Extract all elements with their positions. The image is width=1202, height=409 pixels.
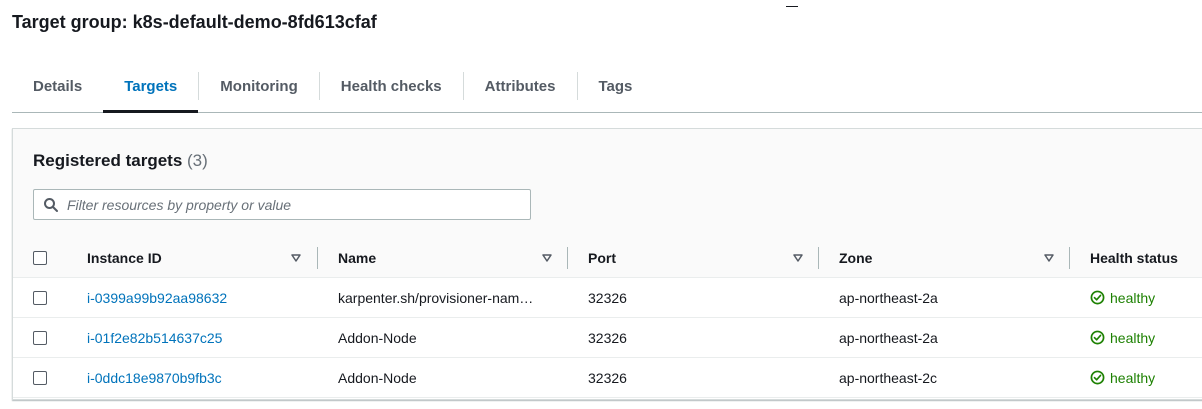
panel-title-text: Registered targets (33, 151, 183, 170)
column-divider[interactable] (818, 247, 819, 269)
tab-monitoring[interactable]: Monitoring (199, 60, 318, 112)
caret-down-icon (542, 254, 552, 262)
caret-down-icon (291, 254, 301, 262)
target-zone: ap-northeast-2a (839, 329, 938, 346)
column-header-instance-id[interactable]: Instance ID (87, 239, 162, 277)
target-name: Addon-Node (338, 369, 417, 386)
filter-placeholder: Filter resources by property or value (67, 196, 292, 213)
health-status: healthy (1090, 278, 1155, 317)
health-status: healthy (1090, 318, 1155, 357)
select-all-checkbox[interactable] (33, 251, 47, 265)
column-header-name[interactable]: Name (338, 239, 376, 277)
instance-id-link[interactable]: i-01f2e82b514637c25 (87, 318, 222, 357)
table-row: i-01f2e82b514637c25 Addon-Node 32326 ap-… (13, 318, 1202, 358)
table-row: i-0ddc18e9870b9fb3c Addon-Node 32326 ap-… (13, 358, 1202, 398)
row-select-cell (33, 278, 47, 317)
target-port: 32326 (588, 369, 627, 386)
target-zone: ap-northeast-2a (839, 289, 938, 306)
instance-id-link[interactable]: i-0ddc18e9870b9fb3c (87, 358, 222, 397)
column-divider[interactable] (317, 247, 318, 269)
caret-down-icon (1044, 254, 1054, 262)
column-header-health-status[interactable]: Health status (1090, 239, 1178, 277)
health-status-label: healthy (1110, 329, 1156, 346)
table-header: Instance ID Name Port Zone Health status (13, 239, 1202, 278)
search-icon (44, 197, 58, 212)
column-header-port[interactable]: Port (588, 239, 616, 277)
row-checkbox[interactable] (33, 290, 47, 305)
filter-input[interactable]: Filter resources by property or value (33, 189, 531, 220)
target-count: (3) (187, 151, 208, 170)
row-select-cell (33, 358, 47, 397)
tab-details[interactable]: Details (12, 60, 103, 112)
table-row: i-0399a99b92aa98632 karpenter.sh/provisi… (13, 278, 1202, 318)
column-divider[interactable] (567, 247, 568, 269)
column-divider[interactable] (1069, 247, 1070, 269)
row-checkbox[interactable] (33, 330, 47, 345)
select-all-cell (33, 239, 47, 277)
target-name: karpenter.sh/provisioner-nam… (338, 289, 534, 306)
caret-down-icon (793, 254, 803, 262)
target-name: Addon-Node (338, 329, 417, 346)
sort-instance-id[interactable] (291, 239, 301, 277)
panel-title: Registered targets (3) (33, 151, 208, 171)
tab-attributes[interactable]: Attributes (464, 60, 577, 112)
target-port: 32326 (588, 289, 627, 306)
health-status-label: healthy (1110, 369, 1156, 386)
row-checkbox[interactable] (33, 370, 47, 385)
divider (786, 6, 798, 7)
health-status-label: healthy (1110, 289, 1156, 306)
target-port: 32326 (588, 329, 627, 346)
check-circle-icon (1090, 330, 1105, 345)
instance-id-link[interactable]: i-0399a99b92aa98632 (87, 278, 227, 317)
registered-targets-panel: Registered targets (3) Filter resources … (12, 128, 1202, 400)
page-title: Target group: k8s-default-demo-8fd613cfa… (12, 12, 377, 32)
row-select-cell (33, 318, 47, 357)
sort-port[interactable] (793, 239, 803, 277)
sort-zone[interactable] (1044, 239, 1054, 277)
check-circle-icon (1090, 290, 1105, 305)
tab-targets[interactable]: Targets (103, 60, 199, 113)
tab-health-checks[interactable]: Health checks (320, 60, 463, 112)
panel-header: Registered targets (3) Filter resources … (13, 129, 1202, 240)
check-circle-icon (1090, 370, 1105, 385)
health-status: healthy (1090, 358, 1155, 397)
column-header-zone[interactable]: Zone (839, 239, 872, 277)
sort-name[interactable] (542, 239, 552, 277)
target-zone: ap-northeast-2c (839, 369, 938, 386)
tab-bar: Details Targets Monitoring Health checks… (12, 60, 1202, 113)
tab-tags[interactable]: Tags (578, 60, 654, 112)
